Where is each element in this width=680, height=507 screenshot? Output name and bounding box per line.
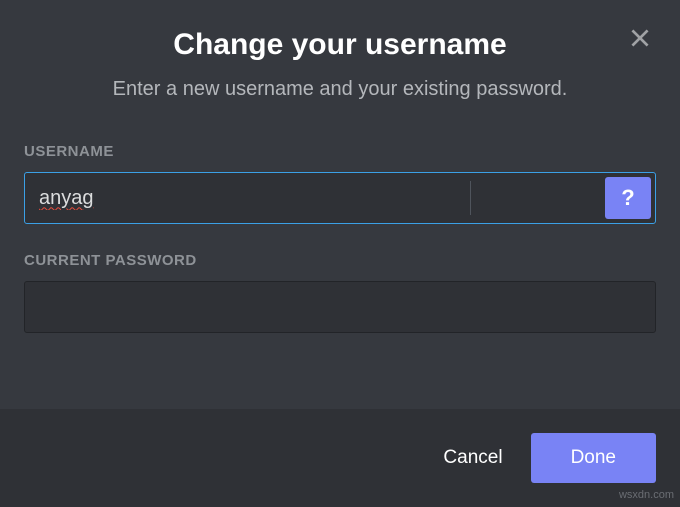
change-username-modal: Change your username Enter a new usernam… <box>0 0 680 507</box>
cancel-button[interactable]: Cancel <box>443 447 502 469</box>
watermark: wsxdn.com <box>619 489 674 501</box>
modal-subtitle: Enter a new username and your existing p… <box>24 78 656 101</box>
username-input[interactable] <box>25 173 470 223</box>
form-body: USERNAME ? CURRENT PASSWORD <box>0 119 680 409</box>
password-input[interactable] <box>24 281 656 333</box>
username-row: ? <box>24 172 656 224</box>
done-button[interactable]: Done <box>531 433 656 483</box>
password-label: CURRENT PASSWORD <box>24 252 656 269</box>
modal-footer: Cancel Done <box>0 409 680 507</box>
close-icon <box>627 25 653 51</box>
close-button[interactable] <box>624 22 656 54</box>
question-icon: ? <box>621 185 634 211</box>
discriminator-input[interactable] <box>471 173 601 223</box>
modal-header: Change your username Enter a new usernam… <box>0 0 680 119</box>
modal-title: Change your username <box>24 28 656 62</box>
username-label: USERNAME <box>24 143 656 160</box>
help-button[interactable]: ? <box>605 177 651 219</box>
